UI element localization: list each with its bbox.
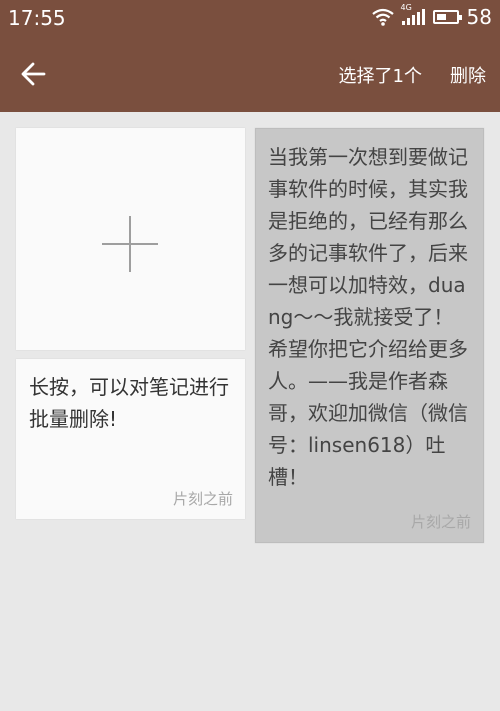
delete-button[interactable]: 删除 bbox=[450, 62, 486, 88]
wifi-icon bbox=[371, 8, 394, 26]
signal-icon: 4G bbox=[401, 3, 425, 25]
network-type: 4G bbox=[400, 3, 412, 12]
status-bar: 17:55 4G 58 bbox=[0, 0, 500, 36]
back-arrow-icon[interactable] bbox=[18, 58, 50, 90]
battery-icon bbox=[432, 10, 462, 24]
status-time: 17:55 bbox=[8, 6, 66, 30]
note-timestamp: 片刻之前 bbox=[410, 513, 471, 531]
note-card[interactable]: 长按，可以对笔记进行批量删除! 片刻之前 bbox=[16, 359, 245, 519]
note-text: 长按，可以对笔记进行批量删除! bbox=[29, 375, 229, 431]
note-timestamp: 片刻之前 bbox=[172, 490, 233, 508]
note-card-selected[interactable]: 当我第一次想到要做记事软件的时候，其实我是拒绝的，已经有那么多的记事软件了，后来… bbox=[255, 128, 484, 543]
battery-level: 58 bbox=[466, 5, 492, 29]
selection-count: 选择了1个 bbox=[338, 66, 422, 87]
add-note-card[interactable] bbox=[16, 128, 245, 350]
note-text: 当我第一次想到要做记事软件的时候，其实我是拒绝的，已经有那么多的记事软件了，后来… bbox=[268, 145, 468, 489]
app-bar: 选择了1个 删除 bbox=[0, 36, 500, 112]
